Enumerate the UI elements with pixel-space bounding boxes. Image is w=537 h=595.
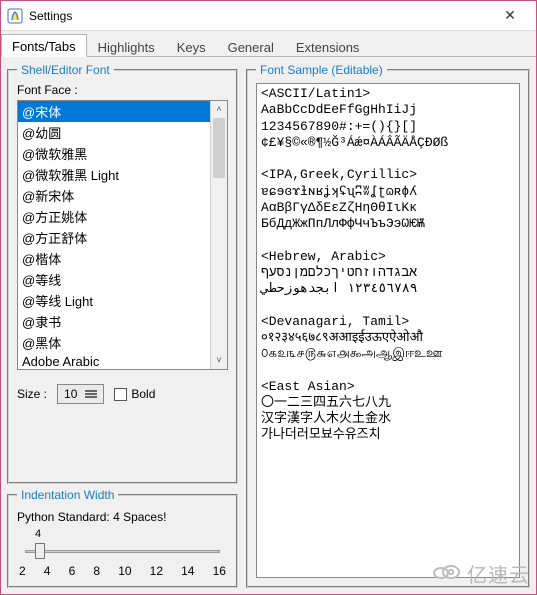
font-face-option[interactable]: @新宋体: [18, 185, 210, 206]
font-face-label: Font Face :: [17, 83, 228, 97]
close-button[interactable]: ✕: [490, 7, 530, 24]
shell-editor-font-legend: Shell/Editor Font: [17, 63, 114, 77]
font-face-option[interactable]: @方正舒体: [18, 227, 210, 248]
scale-tick-label: 10: [118, 564, 131, 578]
tab-extensions[interactable]: Extensions: [285, 35, 371, 57]
font-face-scrollbar[interactable]: ˄ ˅: [210, 101, 227, 369]
bold-checkbutton[interactable]: Bold: [114, 387, 155, 401]
shell-editor-font-group: Shell/Editor Font Font Face : @宋体@幼圆@微软雅…: [7, 63, 238, 484]
indentation-width-group: Indentation Width Python Standard: 4 Spa…: [7, 488, 238, 588]
font-face-option[interactable]: @黑体: [18, 332, 210, 353]
font-face-option[interactable]: @宋体: [18, 101, 210, 122]
scale-ticks: 2 4 6 8 10 12 14 16: [17, 562, 228, 578]
scale-tick-label: 4: [44, 564, 51, 578]
titlebar: Settings ✕: [1, 1, 536, 31]
scale-tick-label: 8: [93, 564, 100, 578]
font-face-option[interactable]: @方正姚体: [18, 206, 210, 227]
font-face-option[interactable]: Adobe Arabic: [18, 353, 210, 369]
tabpanel-fonts: Shell/Editor Font Font Face : @宋体@幼圆@微软雅…: [1, 56, 536, 594]
scroll-up-icon[interactable]: ˄: [211, 101, 227, 118]
indentation-width-legend: Indentation Width: [17, 488, 118, 502]
tab-fonts-tabs[interactable]: Fonts/Tabs: [1, 34, 87, 57]
tab-keys[interactable]: Keys: [166, 35, 217, 57]
scrollbar-track[interactable]: [211, 118, 227, 352]
tab-bar: Fonts/Tabs Highlights Keys General Exten…: [1, 31, 536, 56]
scale-tick-label: 12: [150, 564, 163, 578]
tab-general[interactable]: General: [217, 35, 285, 57]
font-face-option[interactable]: @等线: [18, 269, 210, 290]
bold-label: Bold: [131, 387, 155, 401]
scale-tick-label: 14: [181, 564, 194, 578]
font-sample-textarea[interactable]: <ASCII/Latin1> AaBbCcDdEeFfGgHhIiJj 1234…: [256, 83, 520, 578]
window-title: Settings: [29, 9, 490, 23]
indent-standard-label: Python Standard: 4 Spaces!: [17, 510, 228, 524]
indent-scale[interactable]: 4 2 4 6 8 10 12 14 16: [17, 528, 228, 578]
font-face-listbox[interactable]: @宋体@幼圆@微软雅黑@微软雅黑 Light@新宋体@方正姚体@方正舒体@楷体@…: [18, 101, 210, 369]
font-face-option[interactable]: @微软雅黑: [18, 143, 210, 164]
font-sample-group: Font Sample (Editable) <ASCII/Latin1> Aa…: [246, 63, 530, 588]
scale-tick-label: 2: [19, 564, 26, 578]
scale-tick-label: 16: [213, 564, 226, 578]
watermark-text: 亿速云: [467, 559, 530, 588]
font-face-option[interactable]: @隶书: [18, 311, 210, 332]
size-label: Size :: [17, 387, 47, 401]
scale-tick-label: 6: [69, 564, 76, 578]
font-face-option[interactable]: @微软雅黑 Light: [18, 164, 210, 185]
font-face-option[interactable]: @楷体: [18, 248, 210, 269]
scrollbar-thumb[interactable]: [213, 118, 225, 178]
checkbox-icon: [114, 388, 127, 401]
settings-window: Settings ✕ Fonts/Tabs Highlights Keys Ge…: [0, 0, 537, 595]
tab-highlights[interactable]: Highlights: [87, 35, 166, 57]
font-face-option[interactable]: @幼圆: [18, 122, 210, 143]
scroll-down-icon[interactable]: ˅: [211, 352, 227, 369]
scale-track: [25, 550, 220, 553]
size-value: 10: [64, 387, 77, 401]
font-sample-legend: Font Sample (Editable): [256, 63, 387, 77]
font-face-option[interactable]: @等线 Light: [18, 290, 210, 311]
optionmenu-indicator-icon: [85, 393, 97, 395]
indent-scale-value: 4: [17, 528, 228, 540]
watermark: 亿速云: [431, 559, 530, 588]
cloud-icon: [431, 561, 461, 587]
scale-handle[interactable]: [35, 543, 45, 559]
size-optionmenu[interactable]: 10: [57, 384, 104, 404]
app-icon: [7, 8, 23, 24]
